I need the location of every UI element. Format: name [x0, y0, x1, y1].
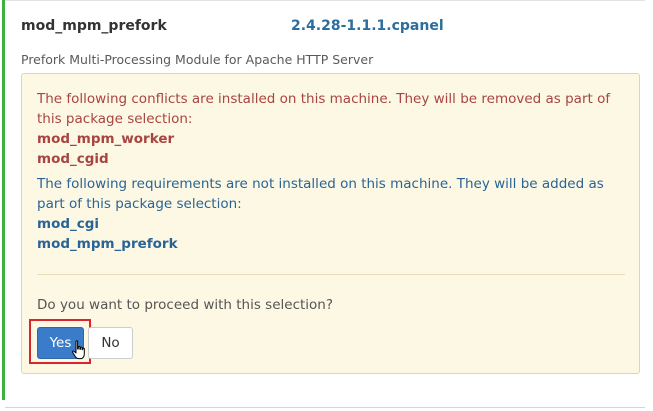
package-row: mod_mpm_prefork 2.4.28-1.1.1.cpanel Pref… — [0, 0, 653, 411]
requirements-message: The following requirements are not insta… — [37, 176, 604, 212]
requirement-item: mod_mpm_prefork — [37, 236, 178, 252]
no-button[interactable]: No — [88, 327, 133, 359]
hand-pointer-icon — [71, 340, 85, 360]
requirement-item: mod_cgi — [37, 216, 100, 232]
row-top-border — [5, 0, 645, 1]
confirm-question: Do you want to proceed with this selecti… — [37, 297, 334, 313]
package-description: Prefork Multi-Processing Module for Apac… — [21, 52, 374, 67]
divider — [37, 274, 625, 275]
package-name: mod_mpm_prefork — [21, 18, 167, 34]
package-version: 2.4.28-1.1.1.cpanel — [291, 18, 444, 34]
conflict-item: mod_mpm_worker — [37, 131, 175, 147]
row-bottom-border — [5, 407, 645, 408]
conflicts-message: The following conflicts are installed on… — [37, 91, 611, 127]
conflict-item: mod_cgid — [37, 151, 109, 167]
selection-warning-panel: The following conflicts are installed on… — [21, 73, 640, 374]
status-bar — [2, 0, 5, 400]
